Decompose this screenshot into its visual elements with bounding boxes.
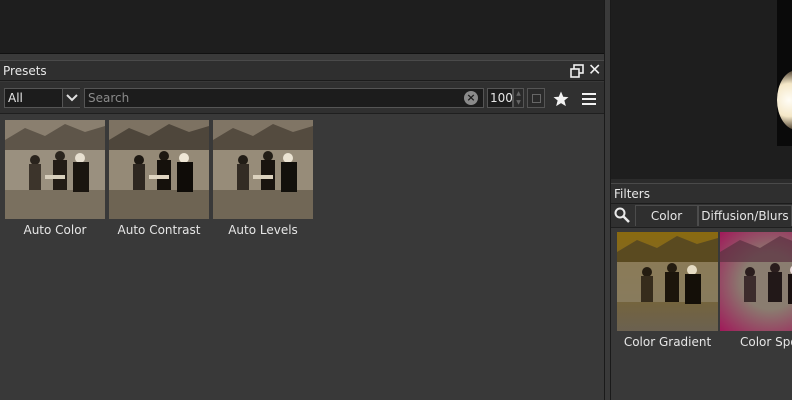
tab-diffusion-blurs[interactable]: Diffusion/Blurs: [698, 205, 792, 226]
preset-item[interactable]: Auto Contrast: [109, 120, 209, 237]
preset-item-label: Auto Contrast: [117, 223, 201, 237]
category-dropdown[interactable]: All: [4, 88, 80, 108]
preview-image[interactable]: [777, 0, 792, 146]
magnifier-icon[interactable]: [614, 207, 630, 223]
thumbnail-size-field[interactable]: 100: [487, 88, 513, 108]
filters-panel: Filters Color Diffusion/Blurs Color Grad…: [611, 183, 792, 400]
preset-item-label: Auto Levels: [228, 223, 298, 237]
filter-item-label: Color Gradient: [623, 335, 712, 349]
filter-item[interactable]: Color Spo: [720, 232, 792, 349]
preset-item[interactable]: Auto Color: [5, 120, 105, 237]
presets-panel: Presets ✕ All × 100 ▲▼: [0, 60, 604, 400]
preset-thumbnail[interactable]: [109, 120, 209, 219]
vertical-splitter[interactable]: [604, 0, 611, 400]
filter-thumbnail[interactable]: [617, 232, 718, 331]
hamburger-menu-icon[interactable]: [581, 92, 597, 106]
presets-toolbar: All × 100 ▲▼: [0, 82, 604, 114]
close-icon[interactable]: ✕: [588, 62, 601, 78]
filter-item-label: Color Spo: [740, 335, 792, 349]
preset-thumbnail[interactable]: [5, 120, 105, 219]
preset-thumbnail[interactable]: [213, 120, 313, 219]
filter-thumbnail[interactable]: [720, 232, 792, 331]
filter-item[interactable]: Color Gradient: [617, 232, 718, 349]
preset-item-label: Auto Color: [23, 223, 87, 237]
filters-panel-header: Filters: [611, 183, 792, 204]
preset-item[interactable]: Auto Levels: [213, 120, 313, 237]
thumbnail-size-toggle[interactable]: [527, 88, 545, 108]
filters-tab-bar: Color Diffusion/Blurs: [611, 204, 792, 228]
tab-color[interactable]: Color: [635, 205, 698, 226]
presets-panel-title: Presets: [3, 64, 47, 78]
window-restore-icon[interactable]: [570, 64, 584, 78]
category-selected-value: All: [8, 91, 23, 105]
chevron-down-icon[interactable]: [62, 89, 80, 107]
thumbnail-size-stepper[interactable]: ▲ ▼: [513, 88, 524, 108]
filters-panel-title: Filters: [614, 187, 650, 201]
top-panel-area: [0, 0, 604, 54]
preset-search-box[interactable]: ×: [84, 88, 484, 108]
preset-search-input[interactable]: [88, 90, 458, 106]
clear-search-icon[interactable]: ×: [464, 91, 478, 105]
image-preview-panel: [611, 0, 792, 179]
presets-panel-header: Presets ✕: [0, 60, 604, 81]
star-icon[interactable]: [552, 90, 570, 108]
